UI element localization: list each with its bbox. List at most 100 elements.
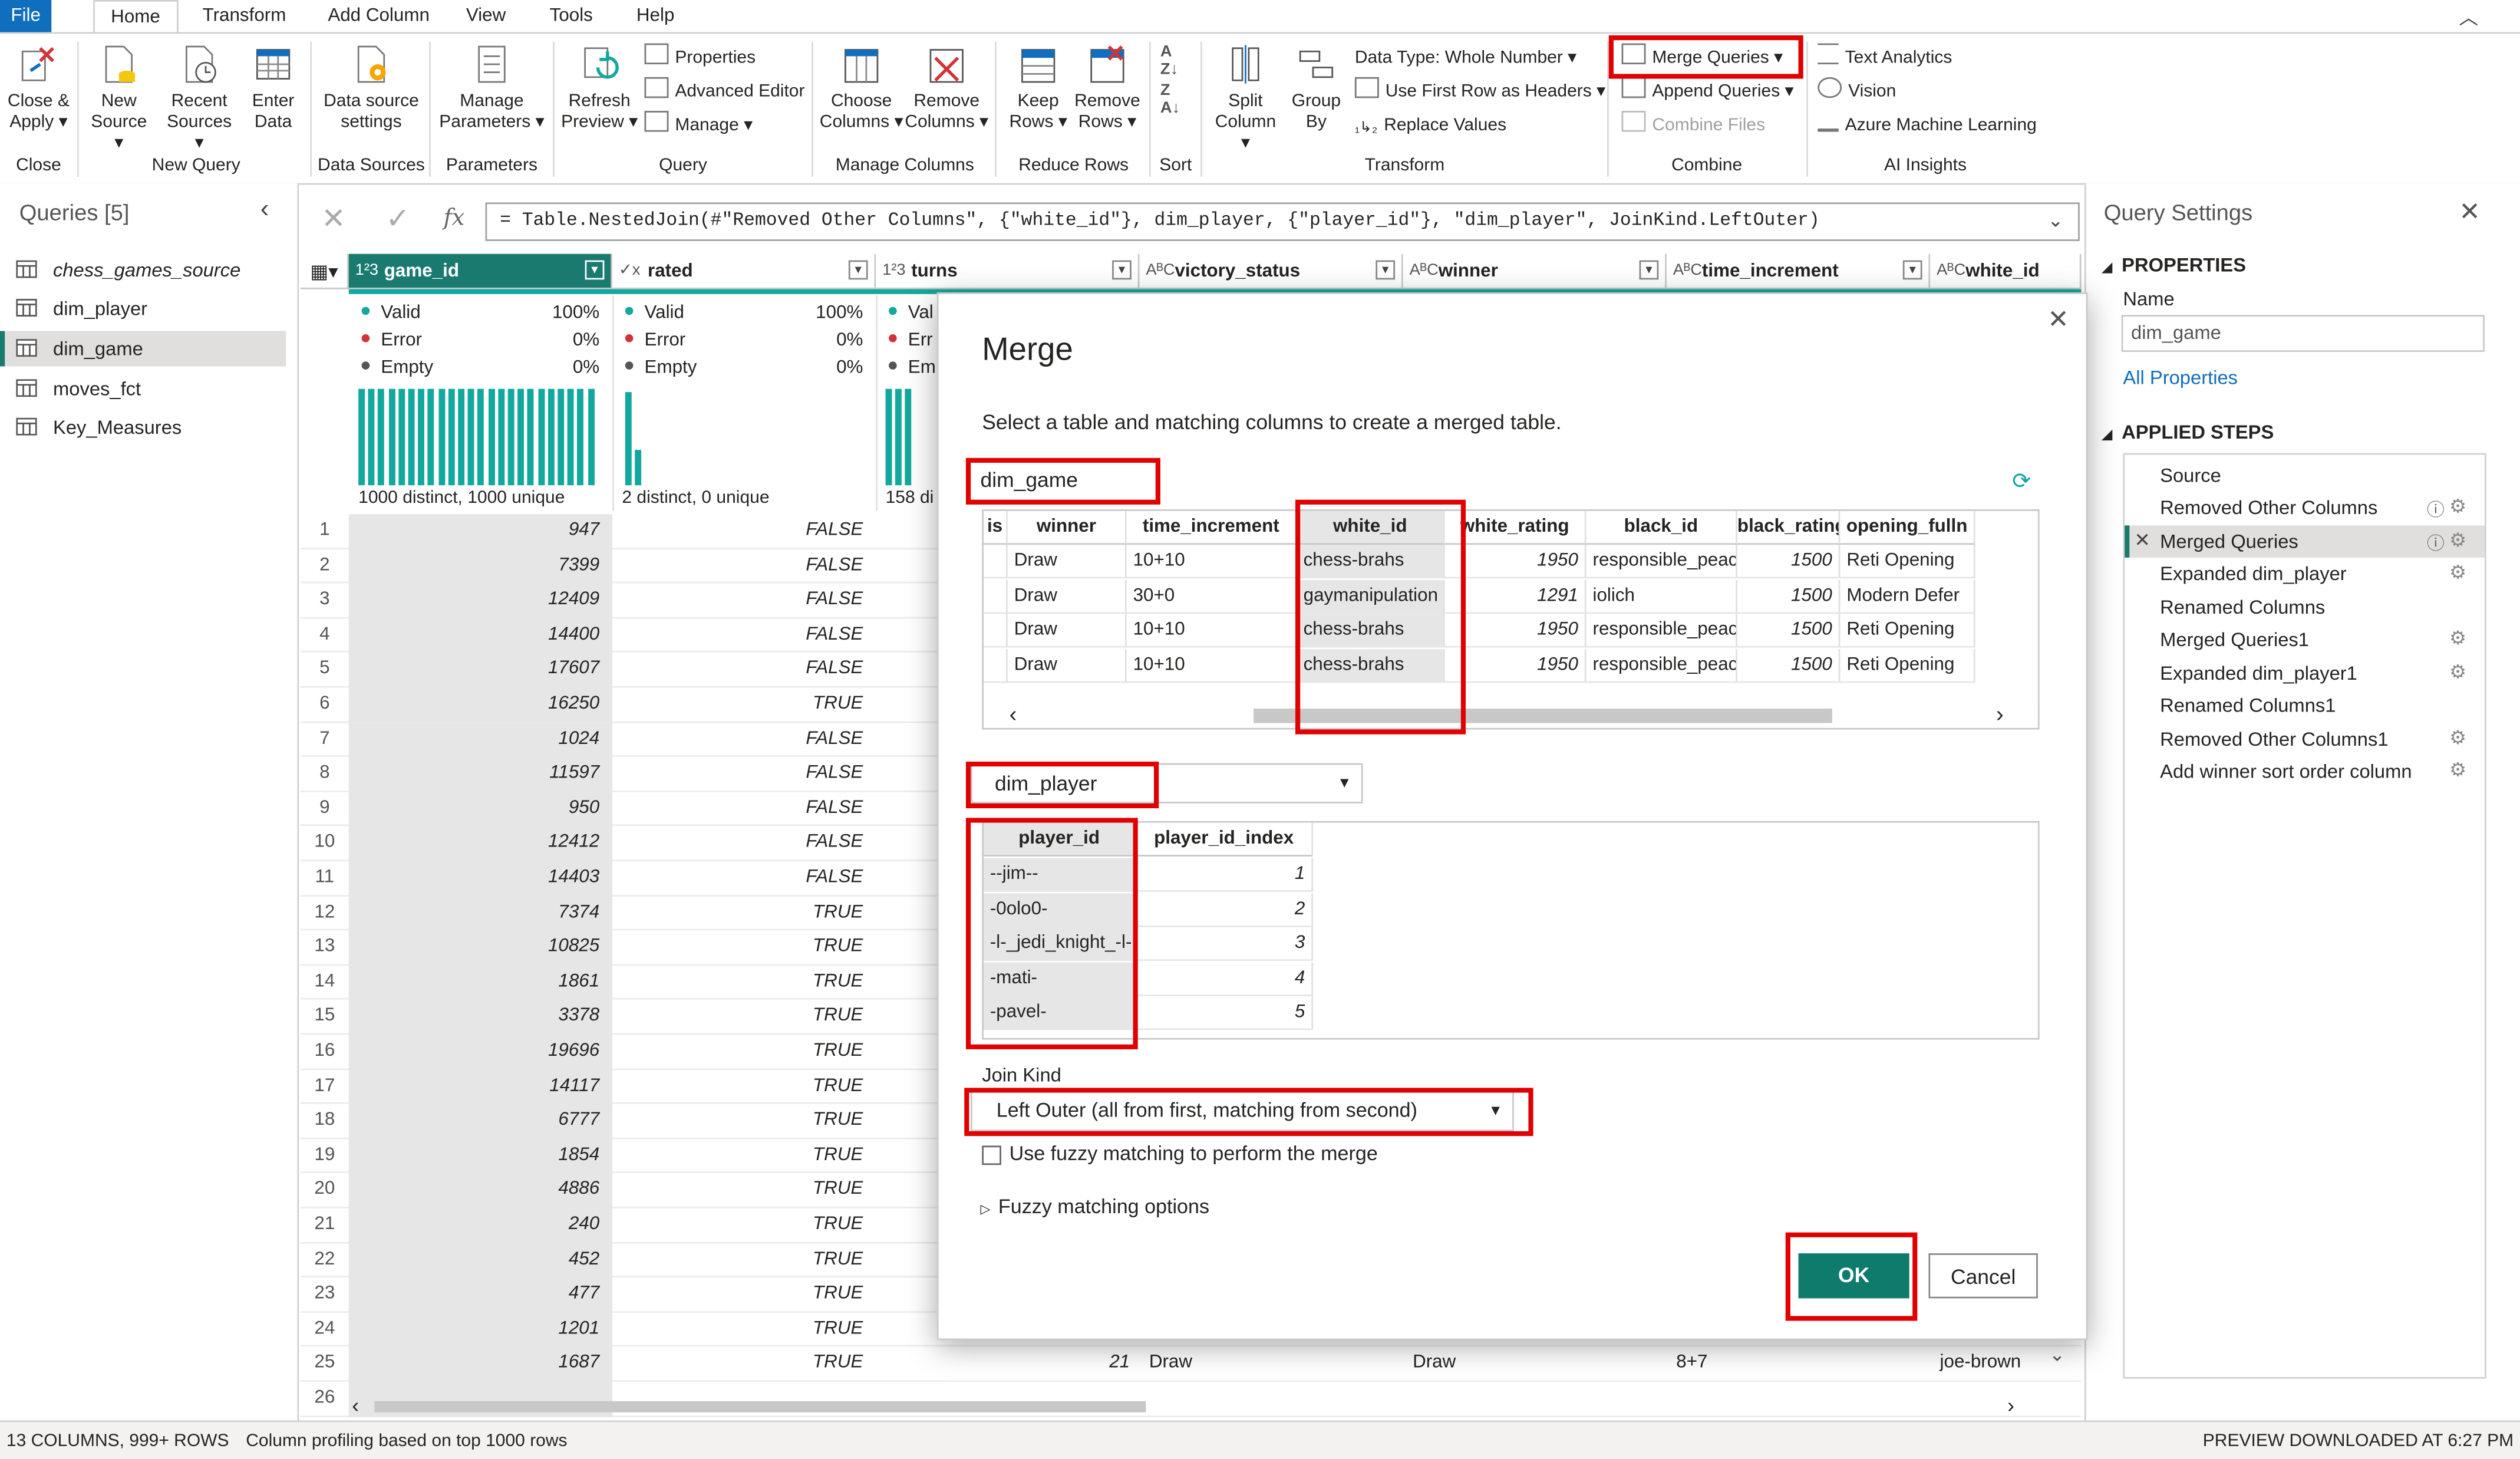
logical-type-icon[interactable]: ✓x bbox=[619, 254, 641, 289]
histogram-bar[interactable] bbox=[468, 388, 474, 486]
first-table-cell[interactable]: 30+0 bbox=[1126, 579, 1297, 613]
cell-rated[interactable]: FALSE bbox=[612, 722, 863, 757]
first-table-cell[interactable] bbox=[983, 648, 1008, 683]
step-item[interactable]: Merged Queries1 bbox=[2160, 624, 2309, 656]
first-table-cell[interactable]: 1500 bbox=[1737, 579, 1840, 613]
second-table-header[interactable]: player_id_index bbox=[1136, 822, 1313, 857]
scroll-down-icon[interactable]: ⌄ bbox=[2049, 1343, 2065, 1366]
tab-transform[interactable]: Transform bbox=[186, 0, 302, 32]
first-table-header[interactable]: opening_fulln bbox=[1840, 511, 1975, 545]
cell-rated[interactable]: TRUE bbox=[612, 1139, 863, 1174]
cell-game-id[interactable]: 7399 bbox=[348, 549, 613, 584]
histogram-bar[interactable] bbox=[477, 388, 484, 486]
histogram-bar[interactable] bbox=[507, 388, 514, 486]
enter-data-button[interactable]: Enter Data bbox=[245, 42, 302, 133]
histogram-bar[interactable] bbox=[418, 388, 425, 486]
first-table-cell[interactable]: Draw bbox=[1007, 545, 1127, 579]
first-table-header[interactable]: black_id bbox=[1586, 511, 1737, 545]
cell-game-id[interactable]: 12409 bbox=[348, 583, 613, 618]
cell-rated[interactable]: TRUE bbox=[612, 931, 863, 966]
cell-game-id[interactable]: 11597 bbox=[348, 757, 613, 792]
first-table-cell[interactable]: responsible_peach bbox=[1586, 614, 1737, 648]
step-info-icon[interactable]: ⓘ bbox=[2427, 531, 2445, 556]
whole-number-type-icon[interactable]: 1²3 bbox=[355, 254, 378, 289]
column-header-winner[interactable]: AᴮC winner ▼ bbox=[1403, 253, 1667, 289]
combine-files-button[interactable]: Combine Files bbox=[1621, 111, 1765, 140]
histogram-bar[interactable] bbox=[408, 388, 415, 486]
histogram-bar[interactable] bbox=[625, 392, 632, 486]
remove-rows-button[interactable]: Remove Rows ▾ bbox=[1074, 42, 1142, 133]
column-header-time-increment[interactable]: AᴮC time_increment ▼ bbox=[1666, 253, 1931, 289]
first-table-cell[interactable]: 1500 bbox=[1737, 648, 1840, 683]
histogram-bar[interactable] bbox=[587, 388, 594, 486]
formula-input[interactable]: = Table.NestedJoin(#"Removed Other Colum… bbox=[485, 202, 2080, 241]
close-settings-icon[interactable]: ✕ bbox=[2459, 196, 2481, 229]
first-table-cell[interactable]: 1500 bbox=[1737, 545, 1840, 579]
text-type-icon[interactable]: AᴮC bbox=[1410, 254, 1439, 289]
selected-step-row[interactable]: ✕ Merged Queries ⓘ ⚙ bbox=[2125, 525, 2485, 558]
cell-rated[interactable]: FALSE bbox=[612, 653, 863, 688]
histogram-bar[interactable] bbox=[497, 388, 504, 486]
text-type-icon[interactable]: AᴮC bbox=[1146, 254, 1175, 289]
text-type-icon[interactable]: AᴮC bbox=[1937, 254, 1965, 289]
properties-section[interactable]: ◢ PROPERTIES bbox=[2102, 254, 2246, 276]
filter-dropdown-icon[interactable]: ▼ bbox=[1639, 260, 1659, 280]
keep-rows-button[interactable]: Keep Rows ▾ bbox=[1003, 42, 1074, 133]
all-properties-link[interactable]: All Properties bbox=[2123, 366, 2238, 388]
filter-dropdown-icon[interactable]: ▼ bbox=[1376, 260, 1396, 280]
column-header-victory-status[interactable]: AᴮC victory_status ▼ bbox=[1139, 253, 1403, 289]
fuzzy-matching-label[interactable]: Use fuzzy matching to perform the merge bbox=[1010, 1142, 1378, 1165]
query-item[interactable]: dim_player bbox=[0, 291, 286, 326]
histogram-bar[interactable] bbox=[428, 388, 435, 486]
expand-formula-icon[interactable]: ⌄ bbox=[2047, 209, 2063, 231]
histogram-bar[interactable] bbox=[368, 388, 375, 486]
first-table-cell[interactable] bbox=[983, 579, 1008, 613]
step-item[interactable]: Source bbox=[2160, 460, 2221, 492]
histogram-bar[interactable] bbox=[458, 388, 465, 486]
histogram-bar[interactable] bbox=[438, 388, 445, 486]
new-source-button[interactable]: New Source ▾ bbox=[87, 42, 151, 154]
azure-ml-button[interactable]: Azure Machine Learning bbox=[1818, 111, 2037, 140]
sort-descending-icon[interactable]: Z A↓ bbox=[1160, 82, 1180, 117]
cell-rated[interactable]: TRUE bbox=[612, 1104, 863, 1139]
second-table-cell[interactable]: 3 bbox=[1136, 927, 1313, 961]
cell-game-id[interactable]: 1024 bbox=[348, 722, 613, 758]
histogram-bar[interactable] bbox=[547, 388, 555, 486]
cell-game-id[interactable]: 17607 bbox=[348, 653, 613, 688]
commit-formula-icon[interactable]: ✓ bbox=[385, 202, 410, 236]
cell-game-id[interactable]: 7374 bbox=[348, 895, 613, 931]
cell-game-id[interactable]: 19696 bbox=[348, 1035, 613, 1070]
step-gear-icon[interactable]: ⚙ bbox=[2449, 627, 2466, 649]
scroll-left-icon[interactable]: ‹ bbox=[1010, 700, 1017, 726]
cell-game-id[interactable]: 1687 bbox=[348, 1347, 613, 1382]
cell-rated[interactable]: TRUE bbox=[612, 966, 863, 1000]
scroll-right-icon[interactable]: › bbox=[2007, 1393, 2014, 1417]
step-item[interactable]: Renamed Columns1 bbox=[2160, 689, 2336, 722]
step-gear-icon[interactable]: ⚙ bbox=[2449, 529, 2466, 551]
delete-step-icon[interactable]: ✕ bbox=[2135, 529, 2150, 551]
cell-game-id[interactable]: 477 bbox=[348, 1277, 613, 1313]
cell-rated[interactable]: FALSE bbox=[612, 826, 863, 861]
histogram-bar[interactable] bbox=[388, 388, 395, 486]
collapse-queries-icon[interactable]: ‹ bbox=[260, 196, 269, 225]
recent-sources-button[interactable]: Recent Sources ▾ bbox=[161, 42, 238, 154]
cell-rated[interactable]: FALSE bbox=[612, 514, 863, 549]
replace-values-button[interactable]: ₁↳₂ Replace Values bbox=[1355, 111, 1506, 140]
first-table-cell[interactable]: 10+10 bbox=[1126, 614, 1297, 648]
step-gear-icon[interactable]: ⚙ bbox=[2449, 660, 2466, 683]
tab-home[interactable]: Home bbox=[93, 0, 178, 34]
cell-rated[interactable]: FALSE bbox=[612, 549, 863, 584]
cell-rated[interactable]: FALSE bbox=[612, 584, 863, 618]
properties-button[interactable]: Properties bbox=[644, 43, 756, 73]
histogram-bar[interactable] bbox=[635, 450, 642, 486]
table-menu-icon[interactable]: ▦▾ bbox=[300, 253, 349, 289]
cell-game-id[interactable]: 4886 bbox=[348, 1173, 613, 1208]
second-table-cell[interactable]: 4 bbox=[1136, 961, 1313, 996]
advanced-editor-button[interactable]: Advanced Editor bbox=[644, 77, 804, 106]
histogram-bar[interactable] bbox=[558, 388, 565, 486]
step-gear-icon[interactable]: ⚙ bbox=[2449, 759, 2466, 781]
cell-rated[interactable]: FALSE bbox=[612, 757, 863, 792]
sort-ascending-icon[interactable]: A Z↓ bbox=[1160, 44, 1178, 79]
step-item[interactable]: Removed Other Columns bbox=[2160, 492, 2377, 524]
cancel-formula-icon[interactable]: ✕ bbox=[321, 202, 345, 236]
